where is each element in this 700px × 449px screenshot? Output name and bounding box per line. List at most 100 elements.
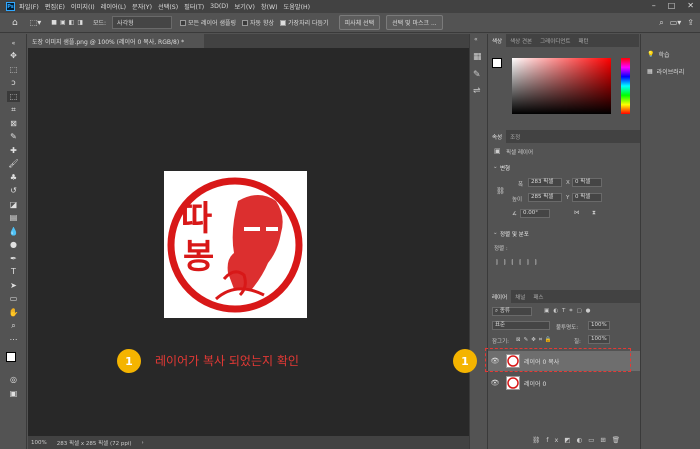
screen-mode-icon[interactable]: ▣ <box>7 388 20 399</box>
sample-all-layers-box[interactable] <box>180 19 187 26</box>
crop-tool-icon[interactable]: ⌗ <box>7 104 20 115</box>
layer-row-original[interactable]: 👁 레이어 0 <box>488 373 640 393</box>
lock-icons[interactable]: ⊠✎✥⌗🔒 <box>516 337 555 344</box>
document-size[interactable]: 283 픽셀 x 285 픽셀 (72 ppi) <box>57 439 132 447</box>
dodge-tool-icon[interactable]: ● <box>7 239 20 250</box>
brush-settings-icon[interactable]: ✎ <box>473 70 481 80</box>
auto-enhance-checkbox[interactable]: 자동 향상 <box>242 18 274 27</box>
subtract-selection-icon[interactable]: ◧ <box>69 19 75 26</box>
menu-filter[interactable]: 필터(T) <box>184 2 204 11</box>
hue-slider[interactable] <box>621 58 630 114</box>
blend-mode-select[interactable]: 표준 <box>492 321 550 330</box>
intersect-selection-icon[interactable]: ◨ <box>77 19 83 26</box>
collapse-panels-icon[interactable]: « <box>474 36 478 43</box>
object-select-tool-icon[interactable]: ⬚▾ <box>30 18 42 27</box>
new-selection-icon[interactable]: ■ <box>51 19 57 26</box>
layer-filter-icons[interactable]: ▣◐T⌗▢● <box>544 308 594 315</box>
color-picker-field[interactable] <box>512 58 611 114</box>
tab-properties[interactable]: 속성 <box>488 130 507 143</box>
menu-window[interactable]: 창(W) <box>261 2 278 11</box>
add-selection-icon[interactable]: ▣ <box>60 19 66 26</box>
opacity-field[interactable]: 100% <box>588 321 610 330</box>
menu-view[interactable]: 보기(V) <box>234 2 254 11</box>
menu-file[interactable]: 파일(F) <box>19 2 39 11</box>
object-select-tool-icon[interactable]: ⬚ <box>7 91 20 102</box>
adjustments-icon[interactable]: ⇌ <box>473 86 481 96</box>
toolbar-collapse-icon[interactable]: « <box>7 38 20 49</box>
menu-image[interactable]: 이미지(I) <box>71 2 95 11</box>
align-chevron-icon[interactable]: ⌄ <box>493 230 498 236</box>
select-subject-button[interactable]: 피사체 선택 <box>338 15 381 30</box>
frame-tool-icon[interactable]: ⊠ <box>7 118 20 129</box>
type-tool-icon[interactable]: T <box>7 266 20 277</box>
tab-gradients[interactable]: 그레이디언트 <box>536 34 574 47</box>
hard-edge-box[interactable] <box>280 19 287 26</box>
tab-adjustments[interactable]: 조정 <box>506 130 524 143</box>
transform-chevron-icon[interactable]: ⌄ <box>493 164 498 170</box>
flip-horizontal-icon[interactable]: ⋈ <box>574 210 580 216</box>
lasso-tool-icon[interactable]: ↄ <box>7 77 20 88</box>
y-field[interactable]: 0 픽셀 <box>572 193 602 202</box>
document-tab[interactable]: 도장 이미지 샘플.png @ 100% (레이어 0 복사, RGB/8) * <box>28 34 204 48</box>
minimize-icon[interactable]: – <box>652 1 656 10</box>
height-field[interactable]: 285 픽셀 <box>528 193 562 202</box>
align-buttons-icon[interactable]: ⫿⫿⫿⫿⫿⫿ <box>496 260 543 267</box>
status-arrow-icon[interactable]: › <box>142 440 144 446</box>
fill-field[interactable]: 100% <box>588 335 610 344</box>
x-field[interactable]: 0 픽셀 <box>572 178 602 187</box>
rectangle-tool-icon[interactable]: ▭ <box>7 293 20 304</box>
menu-edit[interactable]: 편집(E) <box>45 2 65 11</box>
visibility-eye-icon[interactable]: 👁 <box>488 379 502 387</box>
menu-layer[interactable]: 레이어(L) <box>101 2 126 11</box>
select-and-mask-button[interactable]: 선택 및 마스크 ... <box>386 15 443 30</box>
zoom-level[interactable]: 100% <box>31 440 47 446</box>
marquee-tool-icon[interactable]: ⬚ <box>7 64 20 75</box>
clone-stamp-tool-icon[interactable]: ♣ <box>7 172 20 183</box>
history-panel-icon[interactable]: ▦ <box>473 52 482 62</box>
home-icon[interactable]: ⌂ <box>12 18 18 28</box>
auto-enhance-box[interactable] <box>242 19 249 26</box>
hand-tool-icon[interactable]: ✋ <box>7 307 20 318</box>
hard-edge-checkbox[interactable]: 가장자리 다듬기 <box>280 18 329 27</box>
angle-field[interactable]: 0.00° <box>520 209 550 218</box>
menu-help[interactable]: 도움말(H) <box>284 2 311 11</box>
quick-mask-icon[interactable]: ◎ <box>7 374 20 385</box>
path-select-tool-icon[interactable]: ➤ <box>7 280 20 291</box>
color-foreground-swatch[interactable] <box>492 58 502 68</box>
pen-tool-icon[interactable]: ✒ <box>7 253 20 264</box>
flip-vertical-icon[interactable]: ⧗ <box>592 210 596 217</box>
tab-swatches[interactable]: 색상 견본 <box>506 34 536 47</box>
brush-tool-icon[interactable]: 🖌 <box>7 158 20 169</box>
search-icon[interactable]: ⌕ <box>659 18 663 28</box>
layer-kind-filter[interactable]: ⌕ 종류 <box>492 307 532 316</box>
learn-item[interactable]: 💡 학습 <box>641 46 700 63</box>
blur-tool-icon[interactable]: 💧 <box>7 226 20 237</box>
move-tool-icon[interactable]: ✥ <box>7 50 20 61</box>
zoom-tool-icon[interactable]: ⌕ <box>7 320 20 331</box>
eraser-tool-icon[interactable]: ◪ <box>7 199 20 210</box>
close-icon[interactable]: ✕ <box>687 1 694 10</box>
menu-3d[interactable]: 3D(D) <box>210 3 228 10</box>
libraries-item[interactable]: ▦ 라이브러리 <box>641 63 700 80</box>
menu-select[interactable]: 선택(S) <box>158 2 178 11</box>
layer-actions-icons[interactable]: ⛓fx◩◐▭⊞🗑 <box>532 436 626 444</box>
tab-channels[interactable]: 채널 <box>511 290 529 303</box>
workspace-icon[interactable]: ▭▾ <box>670 18 682 27</box>
share-icon[interactable]: ⇪ <box>687 18 694 27</box>
maximize-icon[interactable]: □ <box>668 1 676 10</box>
tab-layers[interactable]: 레이어 <box>488 290 512 303</box>
foreground-color-swatch[interactable] <box>6 352 16 362</box>
history-brush-tool-icon[interactable]: ↺ <box>7 185 20 196</box>
tab-paths[interactable]: 패스 <box>529 290 547 303</box>
tab-color[interactable]: 색상 <box>488 34 507 47</box>
menu-type[interactable]: 문자(Y) <box>132 2 152 11</box>
tab-patterns[interactable]: 패턴 <box>575 34 593 47</box>
gradient-tool-icon[interactable]: ▤ <box>7 212 20 223</box>
healing-brush-tool-icon[interactable]: ✚ <box>7 145 20 156</box>
more-tools-icon[interactable]: ⋯ <box>7 334 20 345</box>
mode-select[interactable]: 사각형 <box>112 16 173 29</box>
eyedropper-tool-icon[interactable]: ✎ <box>7 131 20 142</box>
width-field[interactable]: 283 픽셀 <box>528 178 562 187</box>
sample-all-layers-checkbox[interactable]: 모든 레이어 샘플링 <box>180 18 236 27</box>
link-icon[interactable]: ⛓ <box>496 187 505 195</box>
